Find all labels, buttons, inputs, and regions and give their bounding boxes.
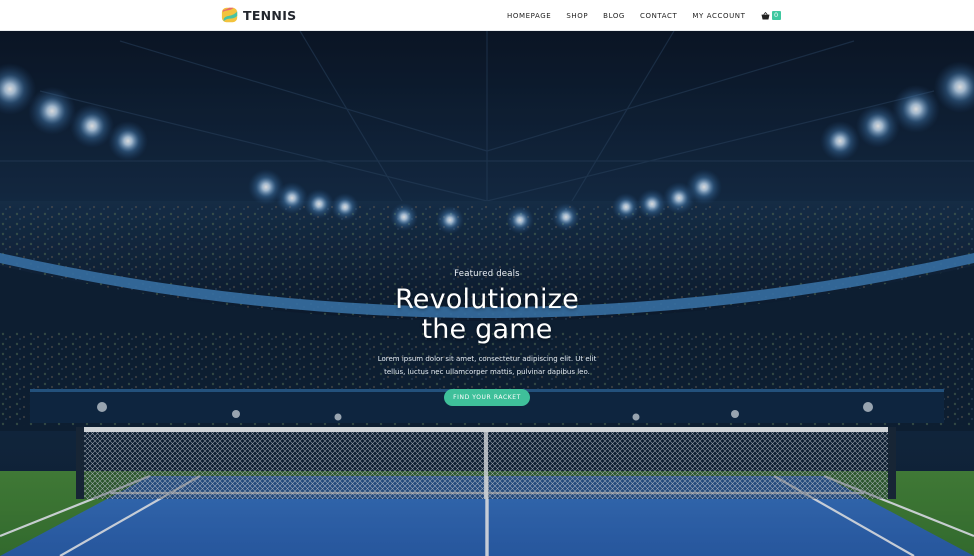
hero-title-line-1: Revolutionize: [395, 284, 579, 315]
tennis-ball-logo-icon: [221, 7, 238, 23]
site-header: TENNIS HOMEPAGE SHOP BLOG CONTACT MY ACC…: [0, 0, 974, 31]
hero-eyebrow: Featured deals: [454, 269, 520, 279]
brand-name: TENNIS: [243, 7, 297, 23]
hero-description: Lorem ipsum dolor sit amet, consectetur …: [377, 355, 597, 376]
hero-section: Featured deals Revolutionize the game Lo…: [0, 31, 974, 556]
find-your-racket-button[interactable]: FIND YOUR RACKET: [444, 389, 530, 406]
cart-button[interactable]: 0: [761, 11, 781, 20]
nav-item-blog[interactable]: BLOG: [603, 12, 625, 20]
nav-item-shop[interactable]: SHOP: [566, 12, 588, 20]
nav-item-my-account[interactable]: MY ACCOUNT: [692, 12, 745, 20]
cart-count-badge: 0: [771, 11, 781, 20]
nav-item-contact[interactable]: CONTACT: [640, 12, 677, 20]
hero-content: Featured deals Revolutionize the game Lo…: [0, 269, 974, 406]
main-nav: HOMEPAGE SHOP BLOG CONTACT MY ACCOUNT 0: [500, 0, 781, 31]
hero-title-line-2: the game: [421, 314, 553, 345]
hero-title: Revolutionize the game: [0, 285, 974, 345]
site-logo[interactable]: TENNIS: [221, 5, 296, 25]
basket-icon: [761, 11, 770, 20]
nav-item-homepage[interactable]: HOMEPAGE: [507, 12, 551, 20]
